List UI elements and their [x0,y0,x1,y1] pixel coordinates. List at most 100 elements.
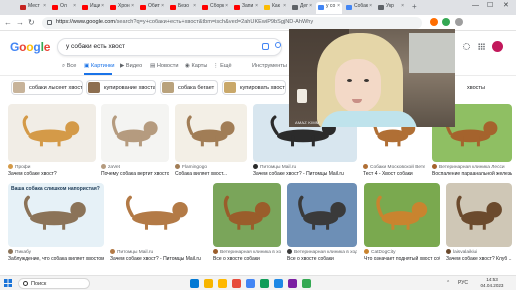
image-result[interactable]: CatDogCity Что означает поднятый хвост со… [364,183,440,267]
reload-icon[interactable]: ↻ [28,17,35,28]
taskbar-app-icon[interactable] [260,279,269,288]
apps-grid-icon[interactable] [478,43,485,50]
maximize-button[interactable]: ☐ [487,1,493,11]
image-result[interactable]: Профи Зачем собаке хвост? [8,104,96,182]
result-source[interactable]: Flamingogo [175,164,247,170]
related-search-chip[interactable]: купирование хвоста [86,80,156,95]
result-caption[interactable]: Зачем собаке хвост? [8,171,96,177]
tab-close-icon[interactable]: × [225,3,228,9]
result-caption[interactable]: Что означает поднятый хвост собаки? [364,256,440,262]
browser-tab[interactable]: Собак × [344,2,374,14]
account-avatar[interactable] [492,41,503,52]
result-caption[interactable]: Почему собака вертит хвостом... [101,171,169,177]
tab-close-icon[interactable]: × [401,3,404,9]
taskbar-app-icon[interactable] [190,279,199,288]
browser-tab[interactable]: Деп × [290,2,314,14]
taskbar-search[interactable]: Поиск [18,278,90,289]
tab-maps[interactable]: ◉ Карты [185,63,207,69]
result-source[interactable]: Пикабу [8,249,104,255]
new-tab-button[interactable]: + [412,2,417,12]
tab-close-icon[interactable]: × [131,3,134,9]
tools-button[interactable]: Инструменты [252,63,287,69]
result-image[interactable] [110,183,206,247]
result-caption[interactable]: Заблуждение, что собака виляет хвостом о… [8,256,104,262]
result-source[interactable]: zaVet [101,164,169,170]
tab-images[interactable]: ▣ Картинки [84,63,115,69]
search-icon[interactable] [275,42,281,48]
tab-close-icon[interactable]: × [43,3,46,9]
result-caption[interactable]: Зачем собаке хвост? Клуб ... [446,256,512,262]
settings-gear-icon[interactable] [463,43,470,50]
windows-start-icon[interactable] [4,279,12,287]
clock[interactable]: 14:53 04.04.2023 [478,277,506,289]
result-source[interactable]: Ветеринарная клиника в ходах... [213,249,281,255]
result-image[interactable] [446,183,512,247]
result-source[interactable]: CatDogCity [364,249,440,255]
result-source[interactable]: Питомцы Mail.ru [253,164,357,170]
image-result[interactable]: Ветеринарная клиника в ходах...Все о хво… [287,183,357,267]
result-caption[interactable]: Собака виляет хвост... [175,171,247,177]
result-source[interactable]: Ветеринарная клиника Лесси [432,164,512,170]
result-caption[interactable]: Все о хвосте собаки [287,256,357,262]
result-source[interactable]: laisvalaikiui [446,249,512,255]
browser-tab[interactable]: Мест × [18,2,48,14]
taskbar-app-icon[interactable] [218,279,227,288]
taskbar-app-icon[interactable] [204,279,213,288]
result-caption[interactable]: Зачем собаке хвост? - Питомцы Mail.ru [110,256,206,262]
result-image[interactable] [175,104,247,162]
result-source[interactable]: Ветеринарная клиника в ходах... [287,249,357,255]
browser-tab[interactable]: Ол × [50,2,78,14]
image-result[interactable]: Ваша собака слишком напористая? Пикабу Заб… [8,183,104,267]
result-source[interactable]: Собаки Московской Ветел... [363,164,425,170]
tab-close-icon[interactable]: × [309,3,312,9]
image-result[interactable]: Ветеринарная клиника в ходах...Все о хво… [213,183,281,267]
result-image[interactable] [364,183,440,247]
tab-close-icon[interactable]: × [283,3,286,9]
taskbar-app-icon[interactable] [246,279,255,288]
tab-close-icon[interactable]: × [161,3,164,9]
tab-more[interactable]: ⋮ Ещё [213,63,232,69]
tab-close-icon[interactable]: × [337,3,340,9]
extension-icon-2[interactable] [442,18,450,26]
forward-icon[interactable]: → [16,17,24,28]
taskbar-app-icon[interactable] [274,279,283,288]
tab-all[interactable]: ⌕ Все [62,63,76,70]
related-search-chip[interactable]: собаки лысеет хвост [11,80,83,95]
profile-icon[interactable] [455,18,463,26]
result-source[interactable]: Питомцы Mail.ru [110,249,206,255]
result-image[interactable] [213,183,281,247]
related-search-chip[interactable]: купировать хвост [222,80,286,95]
result-image[interactable]: Ваша собака слишком напористая? [8,183,104,247]
tray-chevron-icon[interactable]: ⌃ [446,280,450,286]
extension-icon[interactable] [430,18,438,26]
taskbar-app-icon[interactable] [302,279,311,288]
close-window-button[interactable]: ✕ [503,1,509,11]
tab-close-icon[interactable]: × [73,3,76,9]
result-image[interactable] [287,183,357,247]
browser-tab[interactable]: у со × [316,2,342,14]
tab-close-icon[interactable]: × [101,3,104,9]
tab-video[interactable]: ▶ Видео [120,63,142,69]
taskbar-app-icon[interactable] [288,279,297,288]
result-caption[interactable]: Тест 4 - Хвост собаки [363,171,425,177]
url-field[interactable]: https://www.google.com/search?q=у+собаки… [42,17,422,29]
browser-tab[interactable]: Сборк × [200,2,230,14]
browser-tab[interactable]: Безо × [168,2,198,14]
search-input[interactable]: у собаки есть хвост [57,38,282,56]
tab-close-icon[interactable]: × [193,3,196,9]
browser-tab[interactable]: Запи × [232,2,260,14]
google-logo[interactable]: Google [10,40,50,54]
tab-news[interactable]: ▤ Новости [150,63,179,69]
browser-tab[interactable]: Ищи × [80,2,106,14]
browser-tab[interactable]: Укр × [376,2,406,14]
back-icon[interactable]: ← [4,17,12,28]
browser-tab[interactable]: Как × [262,2,288,14]
result-caption[interactable]: Все о хвосте собаки [213,256,281,262]
result-caption[interactable]: Зачем собаке хвост? - Питомцы Mail.ru [253,171,357,177]
lens-icon[interactable] [262,43,269,50]
result-image[interactable] [101,104,169,162]
result-caption[interactable]: Воспаление параанальной железы ... [432,171,512,177]
result-source[interactable]: Профи [8,164,96,170]
tab-close-icon[interactable]: × [255,3,258,9]
taskbar-app-icon[interactable] [232,279,241,288]
